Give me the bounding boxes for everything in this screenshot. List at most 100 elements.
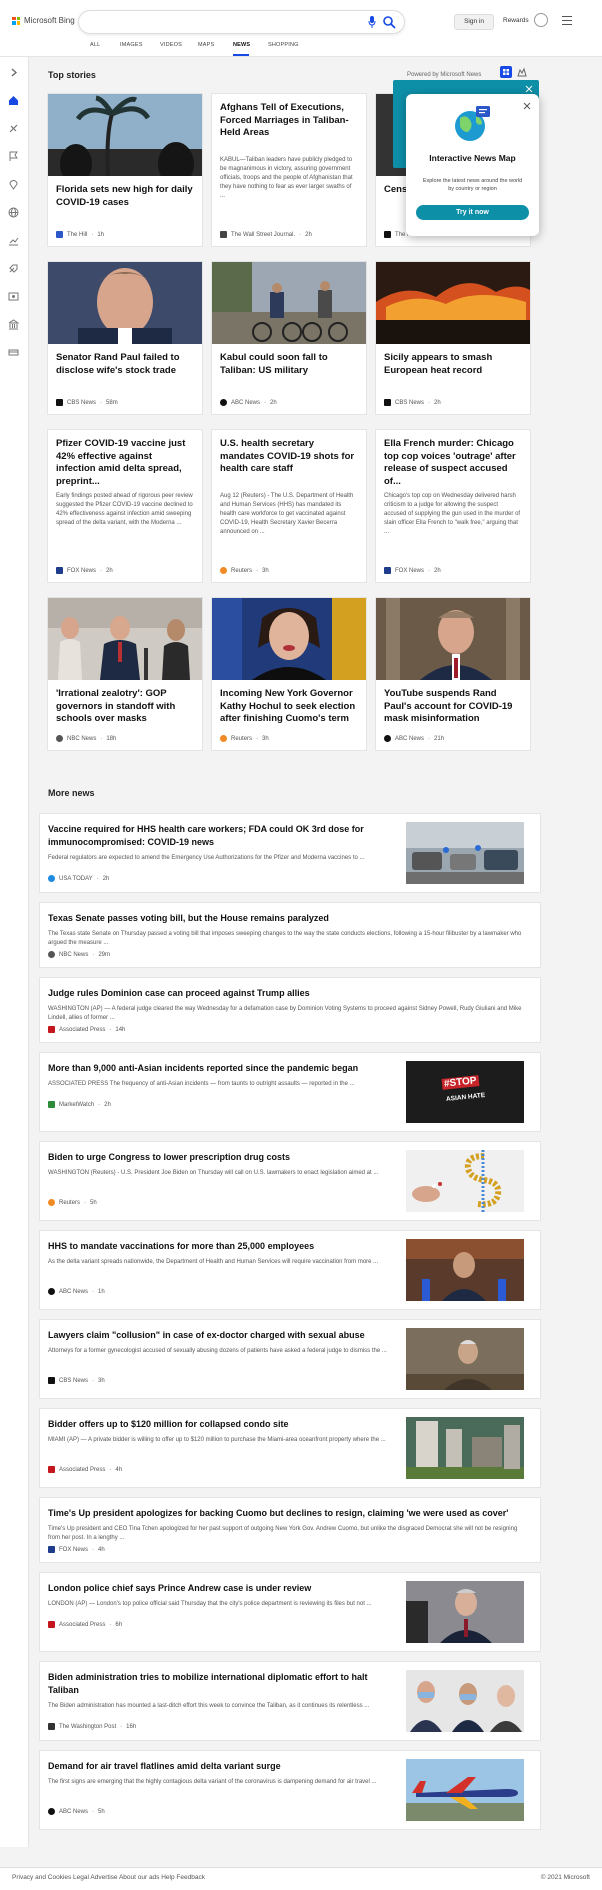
nav-shopping[interactable]: SHOPPING — [268, 42, 299, 48]
bing-logo[interactable]: Microsoft Bing — [12, 16, 75, 25]
story-card[interactable]: Kabul could soon fall to Taliban: US mil… — [212, 262, 366, 414]
nav-images[interactable]: IMAGES — [120, 42, 143, 48]
news-title[interactable]: HHS to mandate vaccinations for more tha… — [48, 1240, 388, 1253]
hamburger-menu-icon[interactable] — [562, 16, 572, 25]
news-item[interactable]: Lawyers claim "collusion" in case of ex-… — [40, 1320, 540, 1398]
footer-links[interactable]: Privacy and Cookies Legal Advertise Abou… — [12, 1874, 205, 1881]
source-logo-icon — [220, 399, 227, 406]
home-icon[interactable] — [8, 95, 19, 106]
news-age: 5h — [98, 1808, 105, 1815]
expand-chevron-icon[interactable] — [8, 67, 19, 78]
news-title[interactable]: Texas Senate passes voting bill, but the… — [48, 912, 528, 925]
news-image — [406, 1670, 524, 1732]
story-age: 2h — [270, 399, 277, 406]
story-card[interactable]: Senator Rand Paul failed to disclose wif… — [48, 262, 202, 414]
grid-view-icon[interactable] — [500, 66, 512, 78]
story-title[interactable]: Florida sets new high for daily COVID-19… — [56, 184, 194, 209]
news-title[interactable]: Demand for air travel flatlines amid del… — [48, 1760, 388, 1773]
news-item[interactable]: HHS to mandate vaccinations for more tha… — [40, 1231, 540, 1309]
politics-building-icon[interactable] — [8, 319, 19, 330]
search-icon[interactable] — [382, 15, 396, 29]
source-logo-icon — [56, 735, 63, 742]
news-source: Associated Press — [59, 1026, 106, 1033]
story-title[interactable]: Kabul could soon fall to Taliban: US mil… — [220, 352, 358, 377]
story-card[interactable]: 'Irrational zealotry': GOP governors in … — [48, 598, 202, 750]
story-card[interactable]: Pfizer COVID-19 vaccine just 42% effecti… — [48, 430, 202, 582]
popup-desc: Explore the latest news around the world… — [422, 178, 523, 192]
globe-icon[interactable] — [8, 207, 19, 218]
search-input[interactable] — [89, 15, 343, 31]
story-title[interactable]: Ella French murder: Chicago top cop voic… — [384, 438, 522, 488]
news-item[interactable]: Texas Senate passes voting bill, but the… — [40, 903, 540, 967]
story-card[interactable]: U.S. health secretary mandates COVID-19 … — [212, 430, 366, 582]
story-title[interactable]: Afghans Tell of Executions, Forced Marri… — [220, 102, 358, 140]
nav-videos[interactable]: VIDEOS — [160, 42, 182, 48]
source-logo-icon — [220, 567, 227, 574]
money-icon[interactable] — [8, 347, 19, 358]
story-title[interactable]: YouTube suspends Rand Paul's account for… — [384, 688, 522, 726]
news-title[interactable]: London police chief says Prince Andrew c… — [48, 1582, 388, 1595]
source-logo-icon — [48, 1288, 55, 1295]
story-age: 58m — [106, 399, 118, 406]
close-icon[interactable] — [525, 85, 533, 93]
news-title[interactable]: More than 9,000 anti-Asian incidents rep… — [48, 1062, 388, 1075]
search-box[interactable] — [79, 11, 404, 33]
story-title[interactable]: 'Irrational zealotry': GOP governors in … — [56, 688, 194, 726]
news-title[interactable]: Biden administration tries to mobilize i… — [48, 1671, 388, 1696]
news-title[interactable]: Bidder offers up to $120 million for col… — [48, 1418, 388, 1431]
flag-icon[interactable] — [8, 151, 19, 162]
story-title[interactable]: Pfizer COVID-19 vaccine just 42% effecti… — [56, 438, 194, 488]
news-item[interactable]: Vaccine required for HHS health care wor… — [40, 814, 540, 892]
news-title[interactable]: Lawyers claim "collusion" in case of ex-… — [48, 1329, 388, 1342]
news-image — [406, 1417, 524, 1479]
news-image — [406, 1239, 524, 1301]
news-title[interactable]: Biden to urge Congress to lower prescrip… — [48, 1151, 388, 1164]
news-item[interactable]: Bidder offers up to $120 million for col… — [40, 1409, 540, 1487]
story-title[interactable]: U.S. health secretary mandates COVID-19 … — [220, 438, 358, 476]
story-card[interactable]: Ella French murder: Chicago top cop voic… — [376, 430, 530, 582]
story-card[interactable]: YouTube suspends Rand Paul's account for… — [376, 598, 530, 750]
try-it-now-button[interactable]: Try it now — [416, 205, 529, 220]
story-card[interactable]: Sicily appears to smash European heat re… — [376, 262, 530, 414]
news-title[interactable]: Vaccine required for HHS health care wor… — [48, 823, 388, 848]
entertainment-icon[interactable] — [8, 291, 19, 302]
map-view-icon[interactable] — [516, 66, 528, 78]
source-logo-icon — [48, 951, 55, 958]
close-icon[interactable] — [523, 102, 531, 110]
news-age: 16h — [126, 1723, 137, 1730]
business-chart-icon[interactable] — [8, 235, 19, 246]
microphone-icon[interactable] — [368, 16, 376, 28]
nav-news[interactable]: NEWS — [233, 42, 250, 48]
story-title[interactable]: Incoming New York Governor Kathy Hochul … — [220, 688, 358, 726]
news-title[interactable]: Judge rules Dominion case can proceed ag… — [48, 987, 528, 1000]
news-item[interactable]: More than 9,000 anti-Asian incidents rep… — [40, 1053, 540, 1131]
source-logo-icon — [384, 567, 391, 574]
news-source: Associated Press — [59, 1466, 106, 1473]
news-source: ABC News — [59, 1288, 89, 1295]
location-pin-icon[interactable] — [8, 179, 19, 190]
sign-in-button[interactable]: Sign in — [454, 14, 494, 30]
news-item[interactable]: London police chief says Prince Andrew c… — [40, 1573, 540, 1651]
news-item[interactable]: Judge rules Dominion case can proceed ag… — [40, 978, 540, 1042]
news-item[interactable]: Time's Up president apologizes for backi… — [40, 1498, 540, 1562]
news-item[interactable]: Demand for air travel flatlines amid del… — [40, 1751, 540, 1829]
news-item[interactable]: Biden administration tries to mobilize i… — [40, 1662, 540, 1740]
health-icon[interactable] — [8, 123, 19, 134]
story-source: ABC News — [395, 735, 425, 742]
story-title[interactable]: Sicily appears to smash European heat re… — [384, 352, 522, 377]
rocket-icon[interactable] — [8, 263, 19, 274]
story-card[interactable]: Afghans Tell of Executions, Forced Marri… — [212, 94, 366, 246]
story-title[interactable]: Senator Rand Paul failed to disclose wif… — [56, 352, 194, 377]
category-sidebar — [0, 57, 29, 1847]
nav-maps[interactable]: MAPS — [198, 42, 214, 48]
story-desc: KABUL—Taliban leaders have publicly pled… — [220, 157, 353, 199]
rewards-label[interactable]: Rewards — [503, 14, 529, 28]
news-item[interactable]: Biden to urge Congress to lower prescrip… — [40, 1142, 540, 1220]
story-card[interactable]: Incoming New York Governor Kathy Hochul … — [212, 598, 366, 750]
nav-all[interactable]: ALL — [90, 42, 100, 48]
story-card[interactable]: Florida sets new high for daily COVID-19… — [48, 94, 202, 246]
source-logo-icon — [48, 1723, 55, 1730]
story-source: CBS News — [395, 399, 425, 406]
rewards-trophy-icon[interactable] — [534, 13, 548, 27]
news-title[interactable]: Time's Up president apologizes for backi… — [48, 1507, 528, 1520]
